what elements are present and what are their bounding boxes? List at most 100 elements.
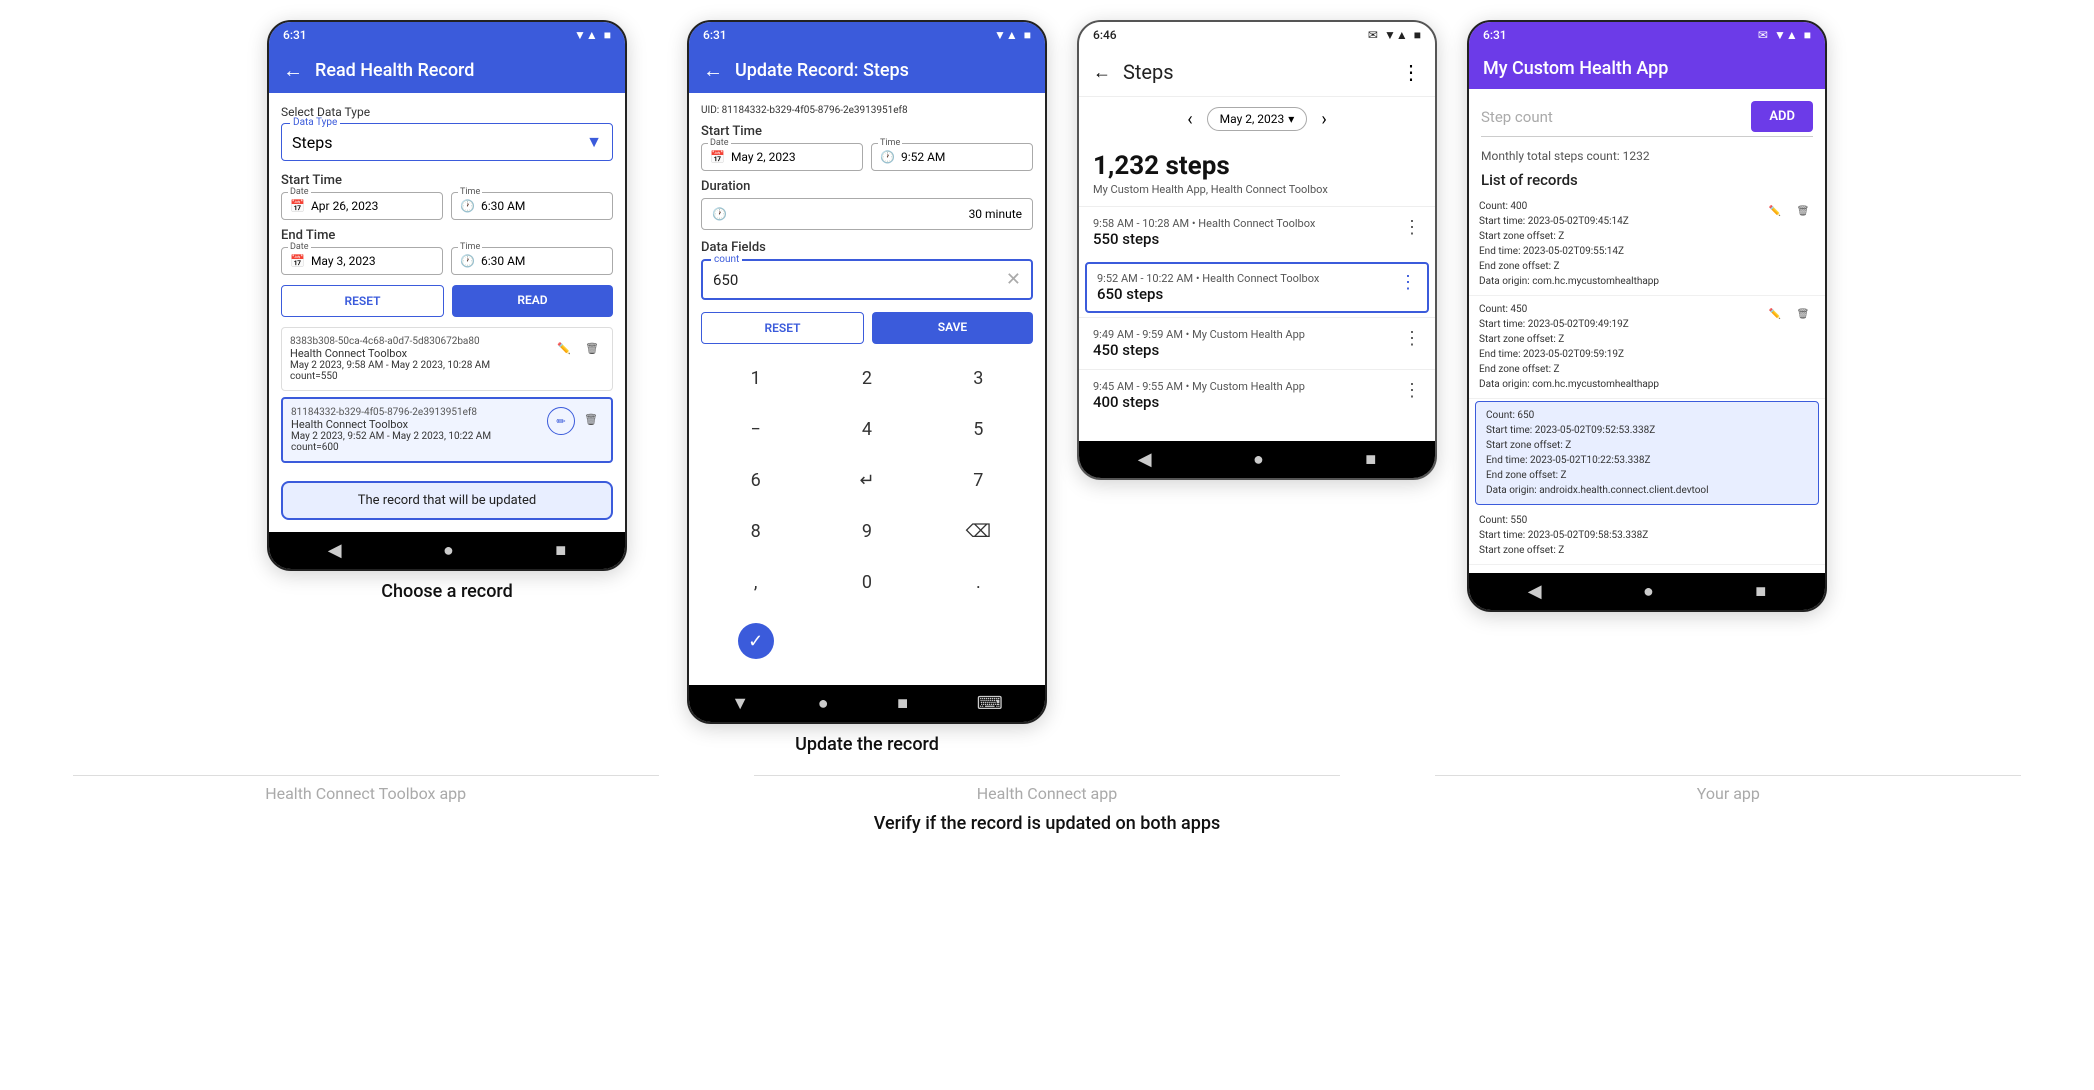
phone1-end-time-field[interactable]: Time 🕐 6:30 AM <box>451 247 613 275</box>
phone1-start-time-value: 6:30 AM <box>481 199 525 213</box>
phone2-wrapper: 6:31 ▼▲ ■ ← Update Record: Steps UID: 81… <box>687 20 1047 755</box>
phone1-record1-edit-button[interactable]: ✏️ <box>552 336 576 360</box>
phone1-back-nav[interactable]: ◀ <box>328 540 342 561</box>
phone2-duration-field[interactable]: 🕐 30 minute <box>701 198 1033 230</box>
phone4-record3-end-time: End time: 2023-05-02T10:22:53.338Z <box>1486 453 1808 468</box>
phone1-record-item-2[interactable]: 81184332-b329-4f05-8796-2e3913951ef8 Hea… <box>281 397 613 463</box>
numpad-comma[interactable]: , <box>701 558 810 607</box>
phone3-prev-date[interactable]: ‹ <box>1187 109 1192 130</box>
phone2-keyboard-nav[interactable]: ⌨ <box>977 693 1003 714</box>
phone1-record2-id: 81184332-b329-4f05-8796-2e3913951ef8 <box>291 407 547 418</box>
numpad-dot[interactable]: . <box>924 558 1033 607</box>
phone2-reset-button[interactable]: RESET <box>701 312 864 344</box>
phone4-record3-end-zone: End zone offset: Z <box>1486 468 1808 483</box>
phone1-record1-actions: ✏️ 🗑 <box>552 336 604 360</box>
phone2-time-label: Time <box>878 138 902 148</box>
phone4-record1-edit-button[interactable]: ✏️ <box>1763 199 1787 223</box>
phone4-home-nav[interactable]: ● <box>1643 581 1654 602</box>
numpad-1[interactable]: 1 <box>701 354 810 403</box>
phone3-record-3[interactable]: 9:49 AM - 9:59 AM • My Custom Health App… <box>1079 317 1435 369</box>
phone1-reset-button[interactable]: RESET <box>281 285 444 317</box>
phone1-home-nav[interactable]: ● <box>443 540 454 561</box>
phone2-data-fields-label: Data Fields <box>701 240 1033 255</box>
phone4-record1-delete-button[interactable]: 🗑 <box>1791 199 1815 223</box>
phone3-back-nav[interactable]: ◀ <box>1138 449 1152 470</box>
numpad-check-icon[interactable]: ✓ <box>738 623 774 659</box>
phone4-back-nav[interactable]: ◀ <box>1528 581 1542 602</box>
numpad-enter[interactable]: ↵ <box>812 456 921 505</box>
numpad-0[interactable]: 0 <box>812 558 921 607</box>
phone1-record2-delete-button[interactable]: 🗑 <box>579 407 603 431</box>
bottom-caption-1: Health Connect Toolbox app <box>265 784 466 803</box>
phone3-record-2[interactable]: 9:52 AM - 10:22 AM • Health Connect Tool… <box>1085 262 1429 313</box>
numpad-4[interactable]: 4 <box>812 405 921 454</box>
numpad-6[interactable]: 6 <box>701 456 810 505</box>
numpad-2[interactable]: 2 <box>812 354 921 403</box>
phone4-record-1: Count: 400 Start time: 2023-05-02T09:45:… <box>1469 193 1825 296</box>
phone4-record2-start-zone: Start zone offset: Z <box>1479 332 1763 347</box>
phone3-record-1[interactable]: 9:58 AM - 10:28 AM • Health Connect Tool… <box>1079 206 1435 258</box>
phone3-recent-nav[interactable]: ■ <box>1365 449 1376 470</box>
phone3-record2-time: 9:52 AM - 10:22 AM • Health Connect Tool… <box>1097 272 1319 285</box>
phone1-recent-nav[interactable]: ■ <box>555 540 566 561</box>
phone1-clock-icon: 🕐 <box>460 199 475 213</box>
phone1-record-item-1[interactable]: 8383b308-50ca-4c68-a0d7-5d830672ba80 Hea… <box>281 327 613 391</box>
numpad-3[interactable]: 3 <box>924 354 1033 403</box>
phone3-record3-more[interactable]: ⋮ <box>1403 328 1421 349</box>
phone3-date-chip[interactable]: May 2, 2023 ▾ <box>1207 107 1308 131</box>
phone3-back-button[interactable]: ← <box>1093 62 1111 83</box>
phone4-record2-delete-button[interactable]: 🗑 <box>1791 302 1815 326</box>
phone3-record4-more[interactable]: ⋮ <box>1403 380 1421 401</box>
phone4-record2-edit-button[interactable]: ✏️ <box>1763 302 1787 326</box>
phone1-start-time-field[interactable]: Time 🕐 6:30 AM <box>451 192 613 220</box>
phone1-battery-icon: ■ <box>604 28 611 42</box>
numpad-7[interactable]: 7 <box>924 456 1033 505</box>
phone2-save-button[interactable]: SAVE <box>872 312 1033 344</box>
phone3-record-4[interactable]: 9:45 AM - 9:55 AM • My Custom Health App… <box>1079 369 1435 421</box>
phone1-end-datetime-row: Date 📅 May 3, 2023 Time 🕐 6:30 AM <box>281 247 613 275</box>
numpad-5[interactable]: 5 <box>924 405 1033 454</box>
phone2-back-button[interactable]: ← <box>703 58 723 83</box>
phone1-end-date-field[interactable]: Date 📅 May 3, 2023 <box>281 247 443 275</box>
phone2-clear-icon[interactable]: ✕ <box>1006 269 1021 290</box>
phone3-record4-text: 9:45 AM - 9:55 AM • My Custom Health App… <box>1093 380 1305 411</box>
phone2-content: UID: 81184332-b329-4f05-8796-2e3913951ef… <box>689 93 1045 685</box>
numpad-8[interactable]: 8 <box>701 507 810 556</box>
phone1-btn-row: RESET READ <box>281 285 613 317</box>
numpad-check[interactable]: ✓ <box>701 609 810 673</box>
phone3-time: 6:46 <box>1093 28 1117 42</box>
phone1-start-time-label: Start Time <box>281 173 613 188</box>
numpad-9[interactable]: 9 <box>812 507 921 556</box>
phone1-app-bar: ← Read Health Record <box>269 48 625 93</box>
phone4-add-button[interactable]: ADD <box>1751 101 1813 132</box>
phone1-record2-count: count=600 <box>291 442 547 453</box>
phone2-home-nav[interactable]: ● <box>818 693 829 714</box>
phone2-start-date-field[interactable]: Date 📅 May 2, 2023 <box>701 143 863 171</box>
numpad-minus[interactable]: − <box>701 405 810 454</box>
phone2-start-time-field[interactable]: Time 🕐 9:52 AM <box>871 143 1033 171</box>
phone2-recent-nav[interactable]: ■ <box>897 693 908 714</box>
phone3-record2-more[interactable]: ⋮ <box>1399 272 1417 293</box>
phone1-start-date-field[interactable]: Date 📅 Apr 26, 2023 <box>281 192 443 220</box>
phone2-count-field[interactable]: count 650 ✕ <box>701 259 1033 300</box>
phone3-record1-more[interactable]: ⋮ <box>1403 217 1421 238</box>
phone1-record2-text: 81184332-b329-4f05-8796-2e3913951ef8 Hea… <box>291 407 547 453</box>
phone3-mail-icon: ✉ <box>1368 28 1378 42</box>
phone4-status-bar: 6:31 ✉ ▼▲ ■ <box>1469 22 1825 48</box>
phone1-record2-edit-button[interactable]: ✏ <box>547 407 575 435</box>
phone3-more-icon[interactable]: ⋮ <box>1401 60 1421 84</box>
phone1-record2-actions: ✏ 🗑 <box>547 407 603 435</box>
phone3-next-date[interactable]: › <box>1321 109 1326 130</box>
phone1-back-button[interactable]: ← <box>283 58 303 83</box>
phone2-back-nav[interactable]: ▼ <box>731 693 749 714</box>
phone1-record1-delete-button[interactable]: 🗑 <box>580 336 604 360</box>
phone3-home-nav[interactable]: ● <box>1253 449 1264 470</box>
phone1-data-type-select[interactable]: Data Type Steps ▼ <box>281 123 613 161</box>
phone4-step-count-input[interactable]: Step count <box>1481 108 1751 126</box>
phone1-tooltip: The record that will be updated <box>281 481 613 520</box>
phone1-record2-source: Health Connect Toolbox <box>291 418 547 431</box>
numpad-backspace[interactable]: ⌫ <box>924 507 1033 556</box>
phone1-read-button[interactable]: READ <box>452 285 613 317</box>
phone1-app-bar-title: Read Health Record <box>315 60 474 81</box>
phone4-recent-nav[interactable]: ■ <box>1755 581 1766 602</box>
